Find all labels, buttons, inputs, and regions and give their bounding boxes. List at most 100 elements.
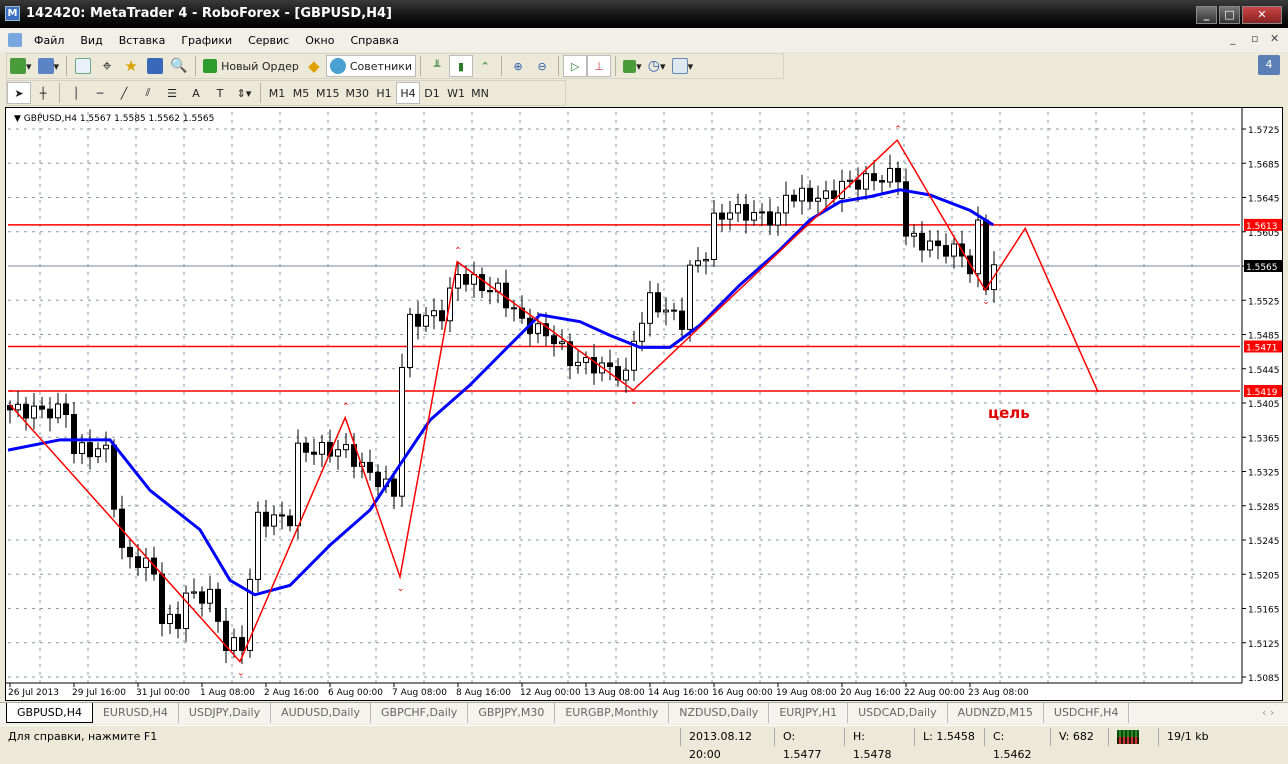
level-price-label: 1.5613 [1246, 222, 1278, 232]
bull-candle [695, 260, 701, 266]
fractal-up-icon: ⌃ [342, 403, 350, 413]
bull-candle [759, 211, 765, 214]
chart-tab[interactable]: EURUSD,H4 [93, 703, 179, 723]
fractal-down-icon: ⌄ [982, 297, 990, 307]
bull-candle [975, 219, 981, 275]
chart-tab[interactable]: EURJPY,H1 [769, 703, 849, 723]
status-volume: V: 682 [1050, 727, 1108, 746]
collapse-triangle-icon: ▼ [14, 114, 24, 124]
status-help: Для справки, нажмите F1 [8, 729, 158, 743]
bear-candle [719, 212, 725, 220]
x-tick-label: 19 Aug 08:00 [776, 688, 837, 698]
bear-candle [111, 444, 117, 510]
chart-tab[interactable]: NZDUSD,Daily [669, 703, 770, 723]
bull-candle [863, 173, 869, 190]
bear-candle [655, 292, 661, 313]
bear-candle [607, 362, 613, 368]
chart-ohlc-header: GBPUSD,H4 1.5567 1.5585 1.5562 1.5565 [24, 114, 215, 124]
chart-tab[interactable]: EURGBP,Monthly [555, 703, 670, 723]
chart-tab[interactable]: USDCHF,H4 [1044, 703, 1130, 723]
bear-candle [983, 219, 989, 291]
y-tick-label: 1.5085 [1248, 674, 1280, 684]
bull-candle [815, 197, 821, 202]
bear-candle [239, 637, 245, 651]
bull-candle [455, 274, 461, 289]
bull-candle [711, 212, 717, 260]
bull-candle [647, 292, 653, 324]
bear-candle [511, 307, 517, 310]
bull-candle [751, 212, 757, 221]
bear-candle [791, 194, 797, 202]
bull-candle [783, 194, 789, 214]
bull-candle [319, 441, 325, 455]
y-tick-label: 1.5165 [1248, 606, 1280, 616]
bear-candle [175, 613, 181, 629]
connection-bars-icon [1108, 727, 1158, 746]
status-close: C: 1.5462 [984, 727, 1050, 761]
bull-candle [847, 179, 853, 182]
bull-candle [431, 310, 437, 317]
chart-tab[interactable]: USDCAD,Daily [848, 703, 948, 723]
chart-tab[interactable]: GBPUSD,H4 [6, 703, 93, 723]
bear-candle [943, 245, 949, 257]
y-tick-label: 1.5365 [1248, 434, 1280, 444]
status-bar: Для справки, нажмите F1 2013.08.12 20:00… [0, 725, 1288, 761]
tabs-scroll-arrows[interactable]: ‹ › [1262, 706, 1274, 719]
bid-price-label: 1.5565 [1246, 263, 1278, 273]
bull-candle [951, 243, 957, 257]
bull-candle [535, 323, 541, 334]
y-tick-label: 1.5645 [1248, 195, 1280, 205]
bear-candle [199, 591, 205, 604]
target-annotation: цель [988, 404, 1030, 422]
bear-candle [63, 403, 69, 416]
bull-candle [95, 448, 101, 458]
bear-candle [487, 290, 493, 293]
bear-candle [919, 232, 925, 251]
bull-candle [927, 240, 933, 251]
y-tick-label: 1.5325 [1248, 469, 1280, 479]
bear-candle [743, 204, 749, 221]
y-tick-label: 1.5285 [1248, 503, 1280, 513]
x-tick-label: 14 Aug 16:00 [648, 688, 709, 698]
bull-candle [15, 403, 21, 411]
fractal-up-icon: ⌃ [454, 247, 462, 257]
bear-candle [279, 514, 285, 517]
y-tick-label: 1.5405 [1248, 400, 1280, 410]
bear-candle [463, 274, 469, 285]
bear-candle [767, 211, 773, 226]
bear-candle [303, 442, 309, 453]
fractal-up-icon: ⌃ [894, 125, 902, 135]
y-tick-label: 1.5725 [1248, 126, 1280, 136]
x-tick-label: 2 Aug 16:00 [264, 688, 319, 698]
x-tick-label: 22 Aug 00:00 [904, 688, 965, 698]
x-tick-label: 16 Aug 00:00 [712, 688, 773, 698]
bear-candle [855, 179, 861, 190]
chart-tab[interactable]: GBPCHF,Daily [371, 703, 469, 723]
chart-tab[interactable]: AUDUSD,Daily [271, 703, 371, 723]
bull-candle [167, 613, 173, 624]
x-tick-label: 13 Aug 08:00 [584, 688, 645, 698]
x-tick-label: 26 Jul 2013 [8, 688, 59, 698]
chart-tab[interactable]: GBPJPY,M30 [468, 703, 556, 723]
bull-candle [295, 442, 301, 527]
chart-tab[interactable]: USDJPY,Daily [179, 703, 272, 723]
bear-candle [23, 403, 29, 419]
status-high: H: 1.5478 [844, 727, 914, 761]
bull-candle [343, 444, 349, 451]
bull-candle [79, 442, 85, 454]
moving-average-line [7, 188, 994, 597]
bull-candle [423, 315, 429, 327]
x-tick-label: 31 Jul 00:00 [136, 688, 190, 698]
bear-candle [215, 588, 221, 622]
x-tick-label: 1 Aug 08:00 [200, 688, 255, 698]
bear-candle [871, 173, 877, 182]
y-tick-label: 1.5205 [1248, 571, 1280, 581]
x-tick-label: 12 Aug 00:00 [520, 688, 581, 698]
bull-candle [407, 313, 413, 368]
bear-candle [679, 310, 685, 330]
chart-tab[interactable]: AUDNZD,M15 [948, 703, 1044, 723]
status-traffic: 19/1 kb [1158, 727, 1228, 746]
price-chart[interactable]: ⌃⌄⌃⌄⌃⌄⌃⌄1.57251.56851.56451.56051.55651.… [0, 0, 1288, 748]
bull-candle [231, 637, 237, 651]
bull-candle [271, 514, 277, 527]
